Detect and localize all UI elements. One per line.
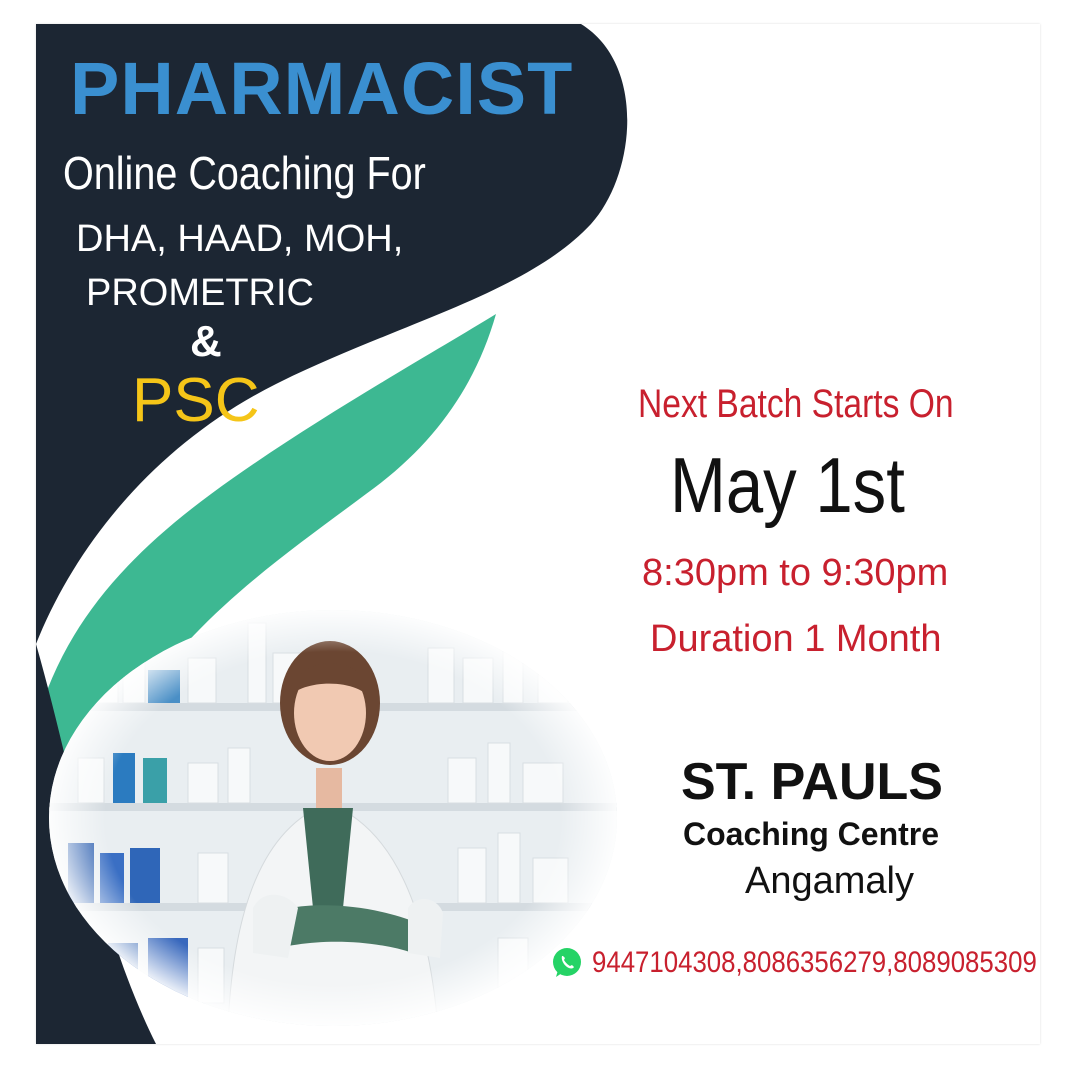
organization-location: Angamaly bbox=[745, 860, 914, 902]
exams-line-2: PROMETRIC bbox=[86, 272, 314, 314]
psc-label: PSC bbox=[132, 366, 260, 435]
organization-line2: Coaching Centre bbox=[683, 816, 940, 852]
batch-heading: Next Batch Starts On bbox=[638, 382, 954, 426]
batch-time: 8:30pm to 9:30pm bbox=[642, 552, 949, 594]
headline-title: PHARMACIST bbox=[70, 47, 574, 130]
exams-line-1: DHA, HAAD, MOH, bbox=[76, 218, 404, 260]
batch-date: May 1st bbox=[670, 441, 905, 529]
whatsapp-icon bbox=[553, 948, 581, 977]
organization-name: ST. PAULS bbox=[681, 753, 943, 811]
contact-row: 9447104308,8086356279,8089085309 bbox=[550, 946, 1040, 980]
poster: PHARMACIST Online Coaching For DHA, HAAD… bbox=[36, 24, 1040, 1044]
batch-duration: Duration 1 Month bbox=[650, 618, 942, 660]
pharmacist-photo bbox=[49, 610, 617, 1026]
ampersand: & bbox=[190, 317, 222, 366]
headline-subtitle: Online Coaching For bbox=[63, 147, 426, 199]
phone-numbers[interactable]: 9447104308,8086356279,8089085309 bbox=[592, 948, 1037, 978]
